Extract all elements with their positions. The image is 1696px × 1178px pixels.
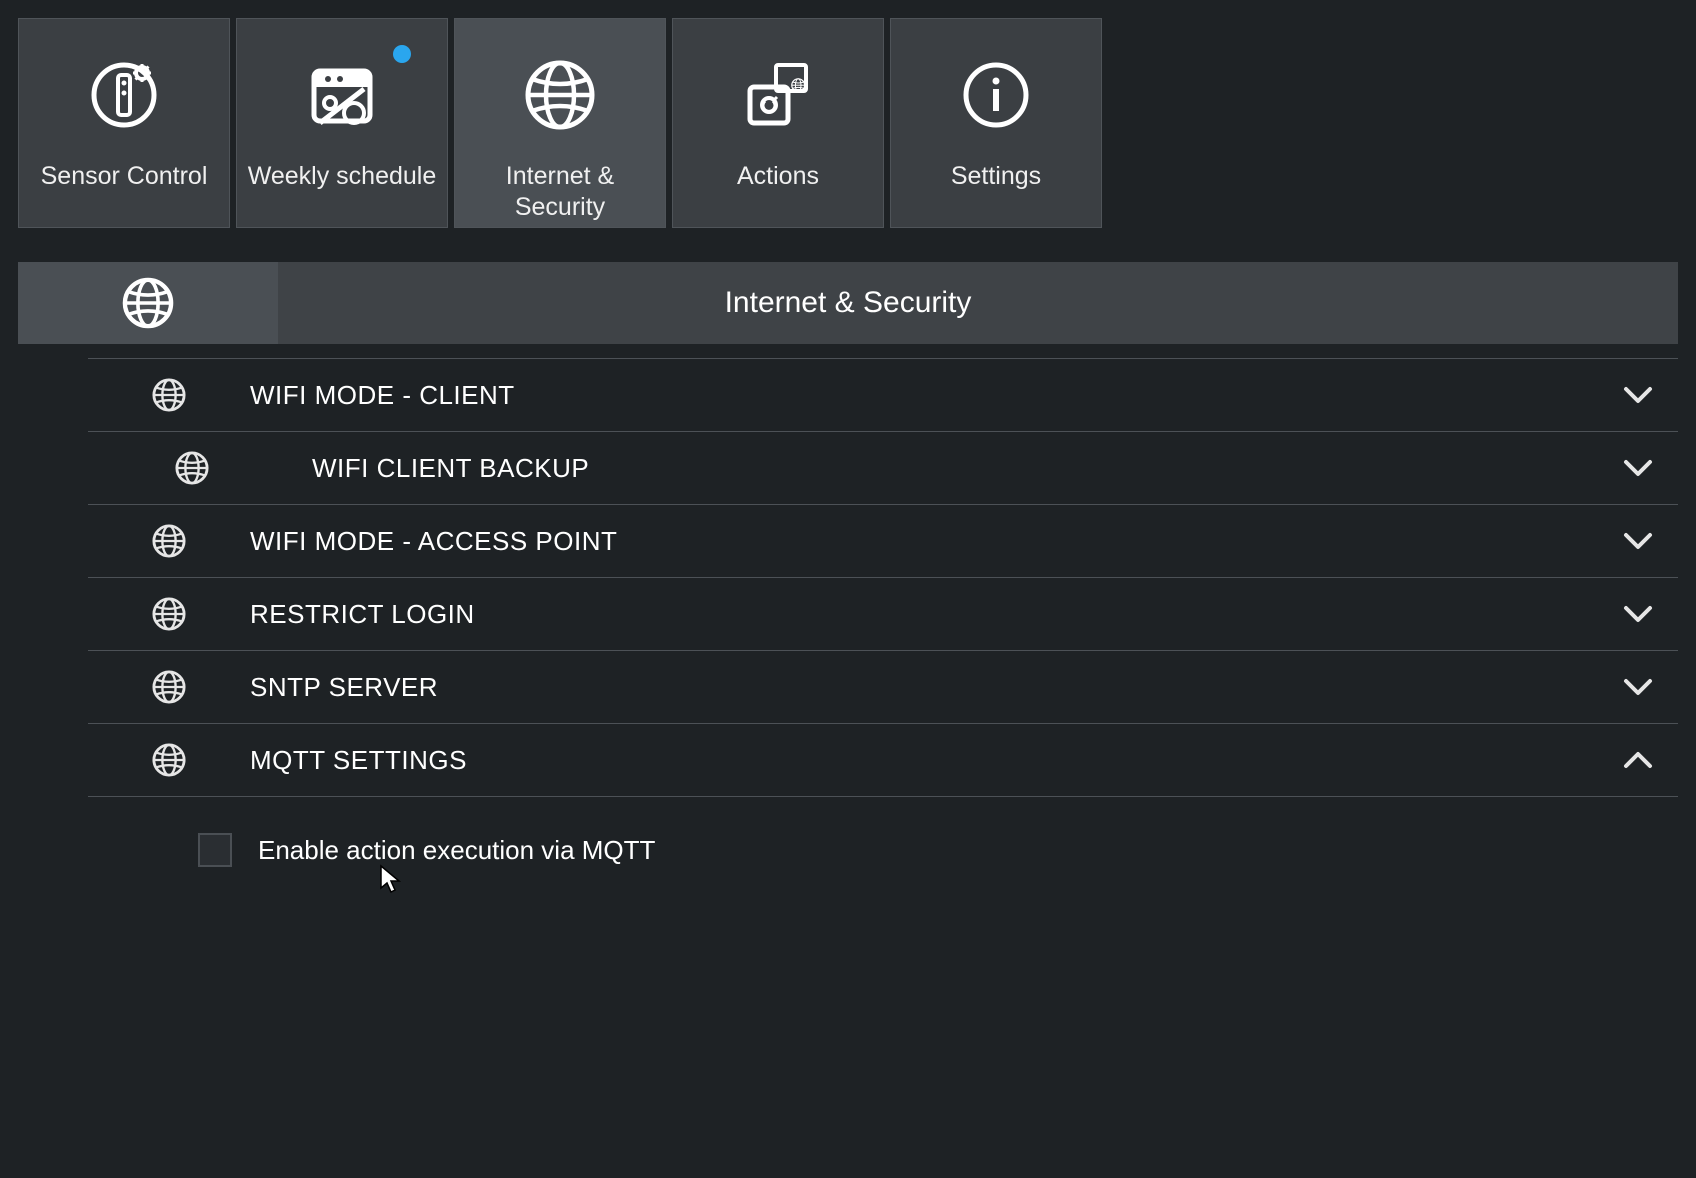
section-icon-box: [18, 262, 278, 344]
row-wifi-client[interactable]: WIFI MODE - CLIENT: [88, 358, 1678, 431]
tab-settings[interactable]: Settings: [890, 18, 1102, 228]
top-tabs: Sensor Control Weekly schedule Internet …: [18, 18, 1678, 228]
globe-icon: [88, 524, 250, 558]
chevron-up-icon: [1598, 746, 1678, 774]
row-restrict-login[interactable]: RESTRICT LOGIN: [88, 577, 1678, 650]
tab-internet-security[interactable]: Internet & Security: [454, 18, 666, 228]
row-sntp-server[interactable]: SNTP SERVER: [88, 650, 1678, 723]
sensor-icon: [88, 59, 160, 131]
row-wifi-client-backup[interactable]: WIFI CLIENT BACKUP: [88, 431, 1678, 504]
row-label: WIFI CLIENT BACKUP: [296, 453, 1598, 484]
row-mqtt-settings[interactable]: MQTT SETTINGS: [88, 723, 1678, 797]
globe-icon: [88, 378, 250, 412]
globe-icon: [122, 277, 174, 329]
globe-icon: [88, 451, 296, 485]
chevron-down-icon: [1598, 454, 1678, 482]
schedule-icon: [306, 59, 378, 131]
tab-label: Sensor Control: [31, 161, 218, 192]
actions-icon: [742, 59, 814, 131]
row-label: SNTP SERVER: [250, 672, 1598, 703]
globe-icon: [524, 59, 596, 131]
globe-icon: [88, 597, 250, 631]
tab-actions[interactable]: Actions: [672, 18, 884, 228]
tab-label: Actions: [727, 161, 829, 192]
section-header: Internet & Security: [18, 262, 1678, 344]
tab-label: Weekly schedule: [238, 161, 447, 192]
row-wifi-ap[interactable]: WIFI MODE - ACCESS POINT: [88, 504, 1678, 577]
enable-mqtt-label: Enable action execution via MQTT: [258, 835, 655, 866]
tab-label: Internet & Security: [455, 161, 665, 224]
tab-sensor-control[interactable]: Sensor Control: [18, 18, 230, 228]
row-label: WIFI MODE - CLIENT: [250, 380, 1598, 411]
info-icon: [960, 59, 1032, 131]
tab-label: Settings: [941, 161, 1051, 192]
notification-dot: [393, 45, 411, 63]
row-label: RESTRICT LOGIN: [250, 599, 1598, 630]
chevron-down-icon: [1598, 673, 1678, 701]
globe-icon: [88, 743, 250, 777]
chevron-down-icon: [1598, 527, 1678, 555]
enable-mqtt-checkbox[interactable]: [198, 833, 232, 867]
settings-list: WIFI MODE - CLIENT WIFI CLIENT BACKUP WI…: [88, 358, 1678, 797]
chevron-down-icon: [1598, 600, 1678, 628]
globe-icon: [88, 670, 250, 704]
chevron-down-icon: [1598, 381, 1678, 409]
cursor-icon: [378, 864, 404, 894]
tab-weekly-schedule[interactable]: Weekly schedule: [236, 18, 448, 228]
mqtt-panel: Enable action execution via MQTT: [88, 797, 1678, 867]
section-title: Internet & Security: [278, 286, 1678, 320]
row-label: WIFI MODE - ACCESS POINT: [250, 526, 1598, 557]
row-label: MQTT SETTINGS: [250, 745, 1598, 776]
